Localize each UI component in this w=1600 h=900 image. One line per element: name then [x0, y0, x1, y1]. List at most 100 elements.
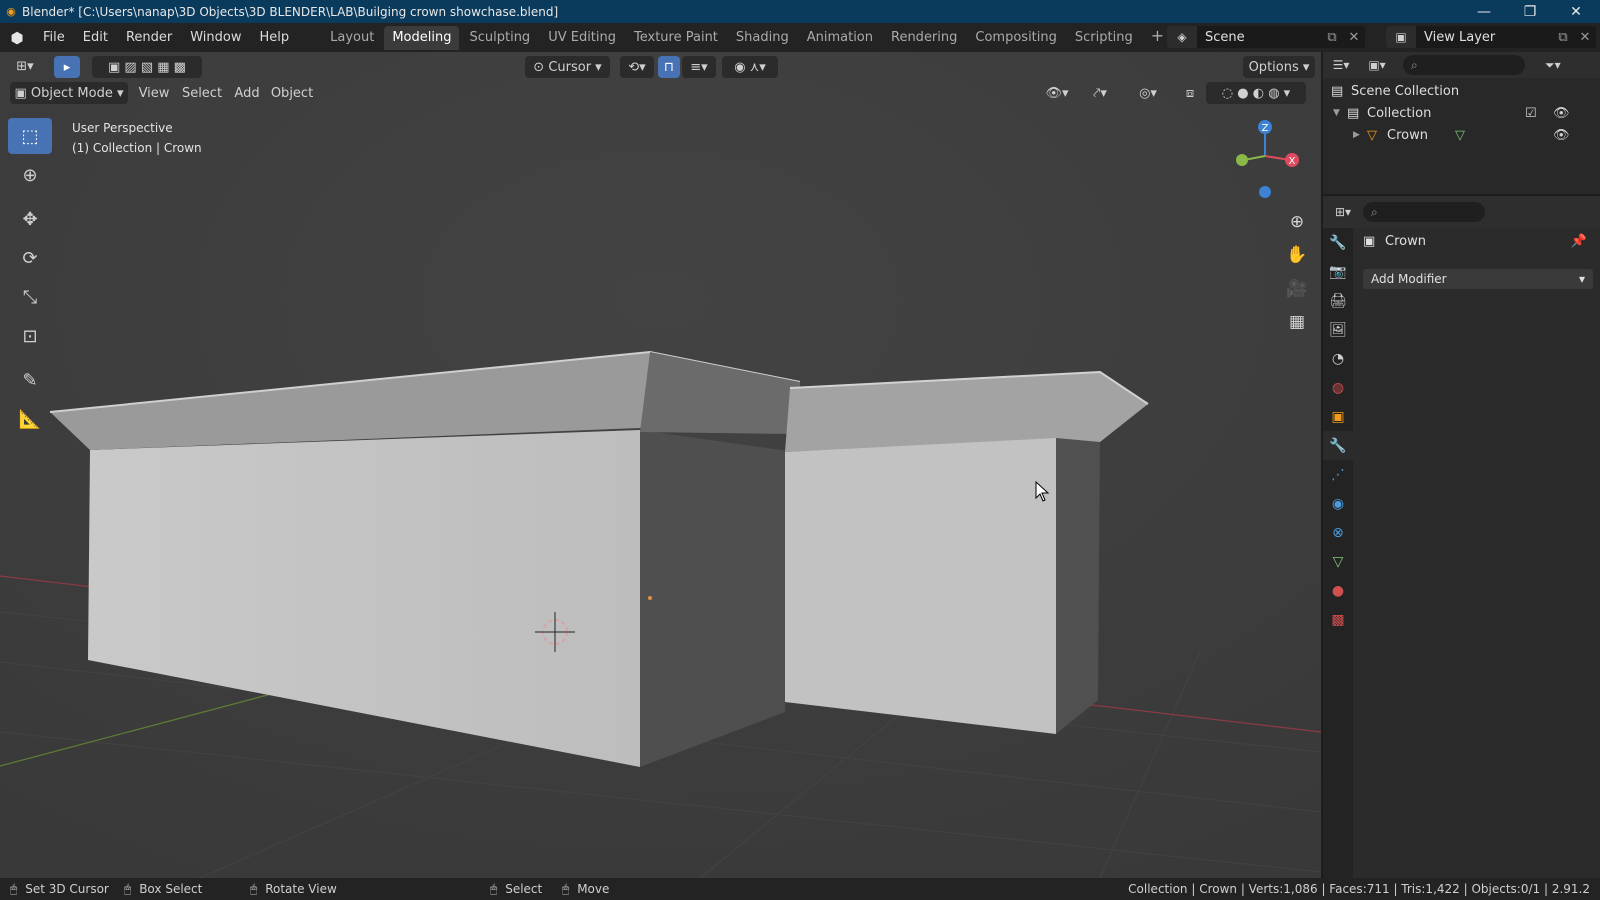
exclude-checkbox-icon[interactable]: ☑: [1525, 106, 1537, 121]
properties-panel: ⊞▾ ⌕ 🔧 📷 🖨 🖼 ◔ ◍ ▣ 🔧 ⋰ ◉ ⊗ ▽ ● ▩ ▣ Crown…: [1323, 196, 1600, 878]
chevron-down-icon: ▾: [112, 85, 124, 101]
menu-view[interactable]: View: [134, 82, 174, 104]
new-scene-icon[interactable]: ⧉: [1321, 30, 1343, 45]
properties-editor-icon[interactable]: ⊞▾: [1323, 205, 1363, 219]
menu-object[interactable]: Object: [268, 82, 316, 104]
scale-tool-icon[interactable]: ⤡: [8, 279, 52, 315]
mesh-data-icon[interactable]: ▽: [1455, 128, 1465, 143]
close-button[interactable]: ✕: [1552, 0, 1600, 23]
visibility-icon[interactable]: 👁▾: [1040, 82, 1074, 104]
menu-help[interactable]: Help: [251, 27, 299, 49]
object-name: Crown: [1385, 234, 1426, 249]
transform-orientation-icon[interactable]: ⟲▾: [620, 56, 654, 78]
3d-viewport[interactable]: ⊞▾ ▸ ▣ ▨ ▧ ▦ ▩ ⊙ Cursor ▾ ⟲▾ ⊓ ≡▾ ◉ ⋏▾ O…: [0, 52, 1321, 878]
gizmo-neg-z-axis[interactable]: [1259, 186, 1271, 198]
right-wall-side: [1056, 432, 1100, 734]
orthographic-grid-icon[interactable]: ▦: [1282, 307, 1312, 337]
snap-target-icon[interactable]: ≡▾: [682, 56, 716, 78]
tab-animation[interactable]: Animation: [799, 26, 881, 50]
texture-tab-icon[interactable]: ▩: [1323, 605, 1353, 634]
outliner-editor-icon[interactable]: ☰▾: [1323, 58, 1359, 72]
zoom-icon[interactable]: ⊕: [1282, 207, 1312, 237]
select-mode-icon[interactable]: ▸: [54, 56, 80, 78]
shading-mode-buttons[interactable]: ◌ ● ◐ ◍ ▾: [1206, 82, 1306, 104]
tab-scripting[interactable]: Scripting: [1067, 26, 1141, 50]
menu-select[interactable]: Select: [178, 82, 226, 104]
tab-uv-editing[interactable]: UV Editing: [540, 26, 624, 50]
options-dropdown[interactable]: Options ▾: [1243, 56, 1315, 78]
display-mode-icon[interactable]: ▣▾: [1359, 58, 1395, 72]
scene-selector[interactable]: ◈ Scene ⧉ ✕: [1167, 26, 1365, 48]
modifiers-tab-icon[interactable]: 🔧: [1323, 431, 1353, 460]
outliner-row-crown[interactable]: ▶ ▽ Crown ▽ 👁: [1353, 124, 1595, 146]
tab-compositing[interactable]: Compositing: [967, 26, 1065, 50]
expand-chevron-icon[interactable]: ▶: [1353, 130, 1367, 140]
world-tab-icon[interactable]: ◍: [1323, 373, 1353, 402]
outliner-search-input[interactable]: ⌕: [1403, 55, 1525, 75]
view-layer-selector[interactable]: ▣ View Layer ⧉ ✕: [1386, 26, 1596, 48]
add-modifier-dropdown[interactable]: Add Modifier ▾: [1363, 269, 1593, 289]
menu-window[interactable]: Window: [181, 27, 250, 49]
delete-scene-icon[interactable]: ✕: [1343, 30, 1365, 45]
delete-view-layer-icon[interactable]: ✕: [1574, 30, 1596, 45]
transform-tool-icon[interactable]: ⊡: [8, 318, 52, 354]
visibility-eye-icon[interactable]: 👁: [1553, 106, 1570, 121]
cursor-tool-icon[interactable]: ⊕: [8, 157, 52, 193]
properties-search-input[interactable]: ⌕: [1363, 202, 1485, 222]
measure-tool-icon[interactable]: 📐: [8, 401, 52, 437]
navigation-gizmo[interactable]: Z X: [1220, 116, 1300, 206]
tab-sculpting[interactable]: Sculpting: [461, 26, 538, 50]
proportional-editing-icon[interactable]: ◉ ⋏▾: [722, 56, 778, 78]
tool-tab-icon[interactable]: 🔧: [1323, 228, 1353, 257]
camera-view-icon[interactable]: 🎥: [1282, 274, 1312, 304]
menu-file[interactable]: File: [34, 27, 74, 49]
object-mode-dropdown[interactable]: ▣ Object Mode ▾: [10, 82, 128, 104]
menu-add[interactable]: Add: [230, 82, 264, 104]
tab-layout[interactable]: Layout: [322, 26, 382, 50]
material-tab-icon[interactable]: ●: [1323, 576, 1353, 605]
annotate-tool-icon[interactable]: ✎: [8, 362, 52, 398]
viewport-scene[interactable]: [0, 52, 1321, 878]
tool-shelf: ⬚ ⊕ ✥ ⟳ ⤡ ⊡ ✎ 📐: [8, 118, 54, 440]
blender-logo-icon: ◉: [6, 5, 16, 18]
scene-tab-icon[interactable]: ◔: [1323, 344, 1353, 373]
view-layer-tab-icon[interactable]: 🖼: [1323, 315, 1353, 344]
pivot-point-dropdown[interactable]: ⊙ Cursor ▾: [525, 56, 610, 78]
rotate-tool-icon[interactable]: ⟳: [8, 240, 52, 276]
menu-render[interactable]: Render: [117, 27, 181, 49]
editor-type-icon[interactable]: ⊞▾: [8, 55, 42, 77]
xray-icon[interactable]: ⧈: [1178, 82, 1202, 104]
mesh-data-tab-icon[interactable]: ▽: [1323, 547, 1353, 576]
pan-hand-icon[interactable]: ✋: [1282, 240, 1312, 270]
tab-rendering[interactable]: Rendering: [883, 26, 965, 50]
restore-button[interactable]: ❐: [1507, 0, 1553, 23]
gizmo-y-axis[interactable]: [1236, 154, 1248, 166]
blender-menu-icon[interactable]: ⬢: [0, 29, 34, 47]
snap-icon[interactable]: ⊓: [658, 56, 680, 78]
render-tab-icon[interactable]: 📷: [1323, 257, 1353, 286]
filter-icon[interactable]: ⏷▾: [1545, 58, 1561, 73]
expand-chevron-icon[interactable]: ▼: [1333, 108, 1347, 118]
output-tab-icon[interactable]: 🖨: [1323, 286, 1353, 315]
particles-tab-icon[interactable]: ⋰: [1323, 460, 1353, 489]
tab-modeling[interactable]: Modeling: [384, 25, 460, 50]
constraints-tab-icon[interactable]: ⊗: [1323, 518, 1353, 547]
outliner-row-collection[interactable]: ▼ ▤ Collection ☑ 👁: [1333, 102, 1595, 124]
tab-texture-paint[interactable]: Texture Paint: [626, 26, 726, 50]
minimize-button[interactable]: —: [1461, 0, 1507, 23]
select-box-tool-icon[interactable]: ⬚: [8, 118, 52, 154]
physics-tab-icon[interactable]: ◉: [1323, 489, 1353, 518]
outliner-row-scene-collection[interactable]: ▤ Scene Collection: [1331, 80, 1459, 102]
menu-edit[interactable]: Edit: [74, 27, 117, 49]
mouse-left-icon: 🖱: [490, 881, 498, 896]
overlays-icon[interactable]: ◎▾: [1128, 82, 1168, 104]
new-view-layer-icon[interactable]: ⧉: [1552, 30, 1574, 45]
gizmo-toggle-icon[interactable]: ⤤▾: [1080, 82, 1120, 104]
selection-mode-buttons[interactable]: ▣ ▨ ▧ ▦ ▩: [92, 56, 202, 78]
visibility-eye-icon[interactable]: 👁: [1553, 128, 1570, 143]
move-tool-icon[interactable]: ✥: [8, 201, 52, 237]
tab-shading[interactable]: Shading: [728, 26, 797, 50]
object-tab-icon[interactable]: ▣: [1323, 402, 1353, 431]
pin-icon[interactable]: 📌: [1571, 234, 1587, 249]
object-origin-dot: [648, 596, 652, 600]
